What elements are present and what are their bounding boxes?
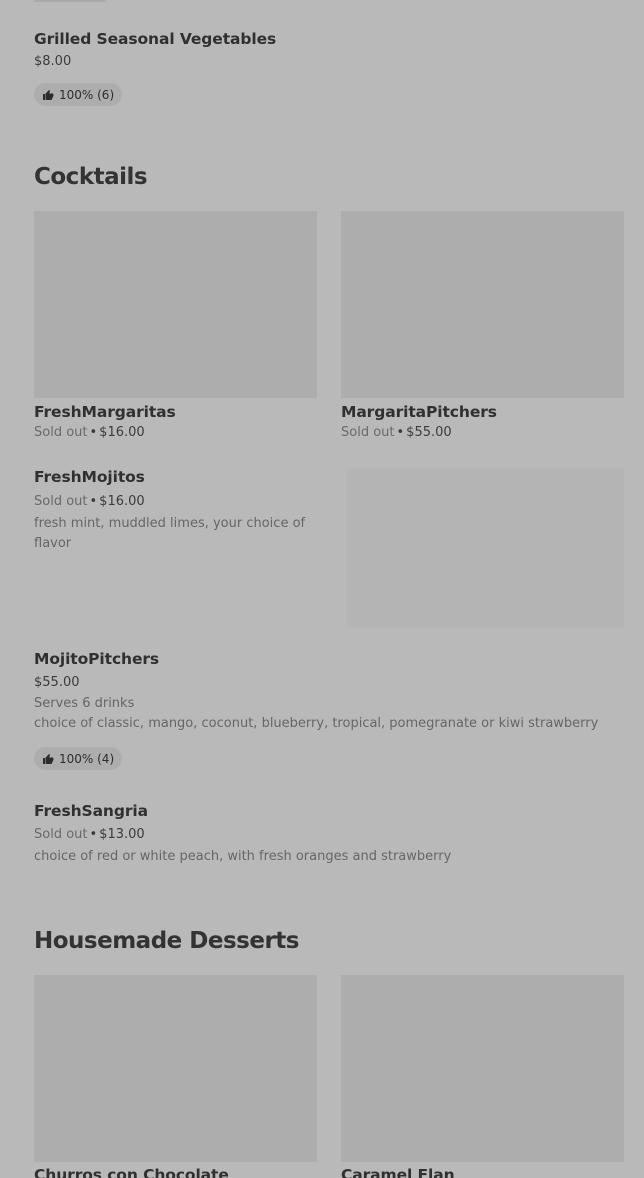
separator: • xyxy=(89,494,98,509)
item-image xyxy=(341,211,624,398)
item-price-line: Sold out • $16.00 xyxy=(34,425,317,440)
sold-out-label: Sold out xyxy=(341,425,395,440)
item-thumbnail xyxy=(347,468,624,628)
item-price: $8.00 xyxy=(34,54,72,69)
item-serves: Serves 6 drinks xyxy=(34,696,135,711)
item-name: MojitoPitchers xyxy=(34,650,160,668)
item-price: $55.00 xyxy=(34,675,80,690)
item-name: MargaritaPitchers xyxy=(341,403,497,421)
menu-item-grilled-vegetables[interactable]: Grilled Seasonal Vegetables $8.00 100% (… xyxy=(34,30,614,110)
previous-item-divider xyxy=(34,0,106,2)
item-description: choice of classic, mango, coconut, blueb… xyxy=(34,716,599,731)
item-price: $55.00 xyxy=(406,425,452,440)
menu-card-margarita-pitchers[interactable]: MargaritaPitchers Sold out • $55.00 xyxy=(341,211,624,447)
menu-card-churros[interactable]: Churros con Chocolate xyxy=(34,975,317,1178)
item-image xyxy=(34,975,317,1162)
menu-card-caramel-flan[interactable]: Caramel Flan xyxy=(341,975,624,1178)
menu-page: Grilled Seasonal Vegetables $8.00 100% (… xyxy=(0,0,644,1178)
sold-out-label: Sold out xyxy=(34,494,88,509)
item-price: $13.00 xyxy=(99,827,145,842)
thumbs-up-icon xyxy=(43,753,54,764)
rating-text: 100% (4) xyxy=(59,751,115,766)
menu-card-fresh-margaritas[interactable]: FreshMargaritas Sold out • $16.00 xyxy=(34,211,317,447)
menu-item-fresh-sangria[interactable]: FreshSangria Sold out • $13.00 choice of r… xyxy=(34,802,624,874)
separator: • xyxy=(396,425,405,440)
separator: • xyxy=(89,827,98,842)
item-image xyxy=(34,211,317,398)
item-price: $16.00 xyxy=(99,494,145,509)
item-name: Grilled Seasonal Vegetables xyxy=(34,30,277,48)
item-description: fresh mint, muddled limes, your choice o… xyxy=(34,516,306,551)
item-image xyxy=(341,975,624,1162)
menu-item-mojito-pitchers[interactable]: MojitoPitchers $55.00 Serves 6 drinks ch… xyxy=(34,650,624,774)
menu-item-fresh-mojitos[interactable]: FreshMojitos Sold out • $16.00 fresh mint,… xyxy=(34,468,624,628)
item-name: Caramel Flan xyxy=(341,1166,455,1178)
item-price-line: Sold out • $13.00 xyxy=(34,827,624,842)
item-name: Churros con Chocolate xyxy=(34,1166,229,1178)
sold-out-label: Sold out xyxy=(34,827,88,842)
rating-badge: 100% (6) xyxy=(34,83,123,106)
item-price: $16.00 xyxy=(99,425,145,440)
section-title-desserts: Housemade Desserts xyxy=(34,928,299,954)
item-description: choice of red or white peach, with fresh… xyxy=(34,849,452,864)
sold-out-label: Sold out xyxy=(34,425,88,440)
rating-text: 100% (6) xyxy=(59,87,115,102)
rating-badge: 100% (4) xyxy=(34,747,123,770)
thumbs-up-icon xyxy=(43,89,54,100)
item-name: FreshMargaritas xyxy=(34,403,176,421)
item-name: FreshSangria xyxy=(34,802,148,820)
section-title-cocktails: Cocktails xyxy=(34,164,148,190)
item-price-line: Sold out • $55.00 xyxy=(341,425,624,440)
separator: • xyxy=(89,425,98,440)
